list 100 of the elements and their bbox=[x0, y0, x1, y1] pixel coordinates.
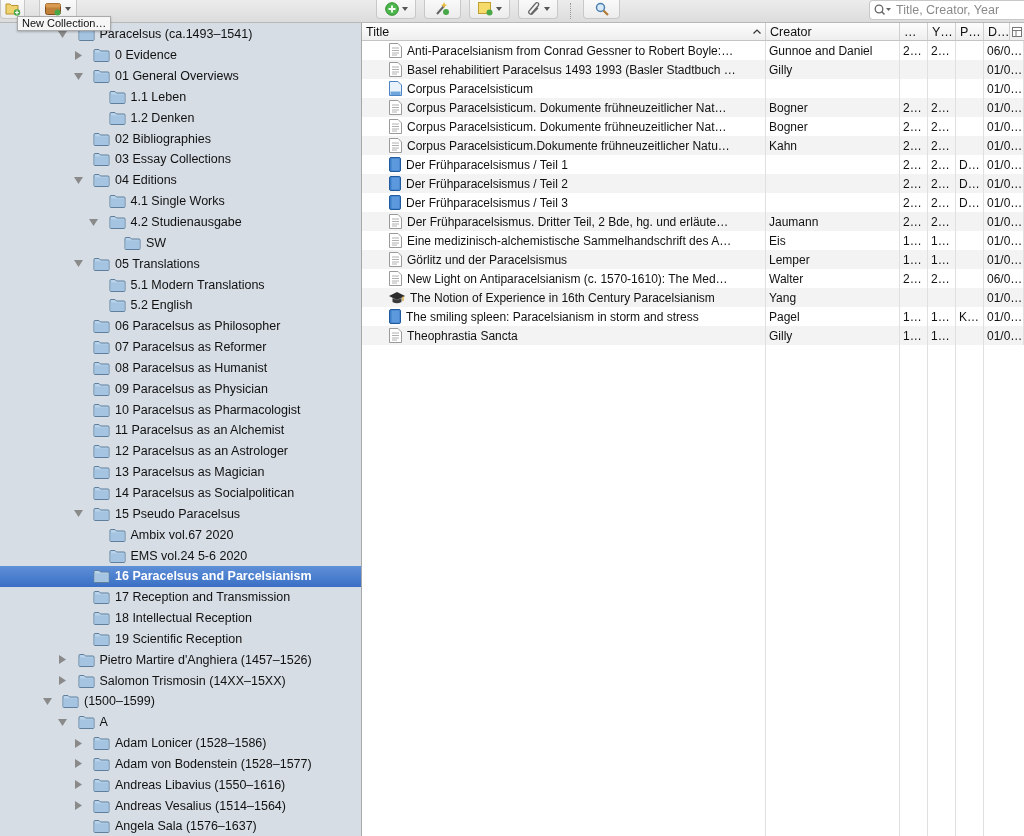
folder-icon bbox=[108, 298, 126, 313]
collapsed-triangle-icon[interactable] bbox=[73, 50, 83, 60]
expanded-triangle-icon[interactable] bbox=[73, 175, 83, 185]
collection-item[interactable]: 07 Paracelsus as Reformer bbox=[0, 336, 361, 358]
folder-icon bbox=[93, 444, 110, 459]
document-icon bbox=[389, 81, 402, 96]
plus-circle-icon bbox=[384, 1, 399, 16]
column-header[interactable]: P… bbox=[956, 23, 984, 40]
collection-item[interactable]: 09 Paracelsus as Physician bbox=[0, 378, 361, 400]
collection-item[interactable]: 1.2 Denken bbox=[0, 107, 361, 129]
column-header[interactable]: D… bbox=[984, 23, 1010, 40]
collection-item[interactable]: 01 General Overviews bbox=[0, 65, 361, 87]
folder-icon bbox=[108, 110, 126, 125]
book-icon bbox=[389, 309, 401, 324]
collection-item[interactable]: 18 Intellectual Reception bbox=[0, 607, 361, 629]
collection-item[interactable]: 11 Paracelsus as an Alchemist bbox=[0, 420, 361, 441]
expanded-triangle-icon[interactable] bbox=[73, 71, 83, 81]
collection-item[interactable]: SW bbox=[0, 232, 361, 254]
collection-item[interactable]: 0 Evidence bbox=[0, 44, 361, 66]
folder-icon bbox=[93, 569, 110, 584]
search-icon bbox=[594, 1, 609, 16]
expanded-triangle-icon[interactable] bbox=[42, 696, 52, 706]
collection-item[interactable]: 19 Scientific Reception bbox=[0, 628, 361, 650]
column-header[interactable]: Creator bbox=[766, 23, 900, 40]
creator-cell: Gilly bbox=[766, 326, 900, 345]
new-item-button[interactable] bbox=[376, 0, 416, 19]
collection-item[interactable]: 17 Reception and Transmission bbox=[0, 586, 361, 608]
collection-item[interactable]: 1.1 Leben bbox=[0, 86, 361, 108]
graduation-cap-icon bbox=[389, 290, 405, 305]
collection-item[interactable]: 12 Paracelsus as an Astrologer bbox=[0, 440, 361, 462]
book-icon bbox=[389, 157, 401, 172]
expanded-triangle-icon[interactable] bbox=[73, 509, 83, 519]
collection-item[interactable]: 4.1 Single Works bbox=[0, 190, 361, 212]
folder-icon bbox=[62, 694, 79, 709]
folder-icon bbox=[93, 402, 110, 417]
collection-item[interactable]: 08 Paracelsus as Humanist bbox=[0, 357, 361, 379]
folder-icon bbox=[93, 465, 110, 480]
collection-item[interactable]: 05 Translations bbox=[0, 253, 361, 275]
sort-ascending-icon bbox=[753, 29, 761, 34]
search-field[interactable]: Title, Creator, Year bbox=[869, 0, 1024, 20]
attachment-button[interactable] bbox=[518, 0, 558, 19]
folder-icon bbox=[93, 611, 110, 626]
folder-icon bbox=[93, 319, 110, 334]
collapsed-triangle-icon[interactable] bbox=[73, 801, 83, 811]
collection-item[interactable]: 15 Pseudo Paracelsus bbox=[0, 503, 361, 525]
collection-item[interactable]: Adam Lonicer (1528–1586) bbox=[0, 732, 361, 754]
collection-item[interactable]: Ambix vol.67 2020 bbox=[0, 524, 361, 546]
tooltip: New Collection… bbox=[17, 16, 112, 31]
folder-icon bbox=[108, 194, 126, 209]
collection-item[interactable]: Salomon Trismosin (14XX–15XX) bbox=[0, 670, 361, 691]
collection-item[interactable]: 06 Paracelsus as Philosopher bbox=[0, 315, 361, 337]
add-by-identifier-button[interactable] bbox=[424, 0, 461, 19]
folder-icon bbox=[93, 506, 110, 521]
new-collection-button[interactable] bbox=[0, 0, 25, 19]
collection-item[interactable]: A bbox=[0, 711, 361, 733]
folder-icon bbox=[93, 631, 110, 646]
collection-item[interactable]: 14 Paracelsus as Socialpolitican bbox=[0, 482, 361, 504]
collection-item[interactable]: (1500–1599) bbox=[0, 691, 361, 712]
expanded-triangle-icon[interactable] bbox=[89, 217, 98, 227]
collection-item[interactable]: 02 Bibliographies bbox=[0, 128, 361, 150]
collection-item[interactable]: 5.2 English bbox=[0, 294, 361, 316]
item-title[interactable]: Theophrastia Sancta bbox=[362, 326, 766, 345]
dropdown-caret-icon bbox=[495, 6, 502, 11]
folder-icon bbox=[108, 89, 126, 104]
folder-icon bbox=[108, 548, 126, 563]
collection-item[interactable]: 4.2 Studienausgabe bbox=[0, 211, 361, 233]
collection-item[interactable]: 13 Paracelsus as Magician bbox=[0, 461, 361, 483]
table-cell: 01/0… bbox=[984, 326, 1024, 345]
collection-item[interactable]: Pietro Martire d'Anghiera (1457–1526) bbox=[0, 649, 361, 671]
column-picker-icon[interactable] bbox=[1012, 26, 1022, 37]
collapsed-triangle-icon[interactable] bbox=[73, 780, 83, 790]
dropdown-caret-icon bbox=[65, 6, 71, 11]
collection-item[interactable]: 10 Paracelsus as Pharmacologist bbox=[0, 399, 361, 421]
collapsed-triangle-icon[interactable] bbox=[58, 655, 67, 665]
folder-icon bbox=[108, 527, 126, 542]
collection-item[interactable]: 5.1 Modern Translations bbox=[0, 274, 361, 295]
paperclip-icon bbox=[526, 1, 541, 16]
search-icon bbox=[874, 4, 892, 16]
expanded-triangle-icon[interactable] bbox=[58, 29, 67, 39]
collection-item[interactable]: 04 Editions bbox=[0, 169, 361, 191]
folder-icon bbox=[93, 69, 110, 84]
folder-icon bbox=[93, 486, 110, 500]
collection-item[interactable]: EMS vol.24 5-6 2020 bbox=[0, 545, 361, 566]
table-cell: 1… bbox=[928, 326, 956, 345]
collection-item[interactable]: Andreas Vesalius (1514–1564) bbox=[0, 795, 361, 817]
collapsed-triangle-icon[interactable] bbox=[73, 759, 83, 769]
expanded-triangle-icon[interactable] bbox=[58, 717, 67, 727]
collection-item[interactable]: Adam von Bodenstein (1528–1577) bbox=[0, 753, 361, 775]
expanded-triangle-icon[interactable] bbox=[73, 259, 83, 269]
collection-item[interactable]: Andreas Libavius (1550–1616) bbox=[0, 774, 361, 796]
column-header[interactable]: Y… bbox=[928, 23, 956, 40]
collection-item[interactable]: 16 Paracelsus and Parcelsianism bbox=[0, 565, 361, 587]
collapsed-triangle-icon[interactable] bbox=[73, 738, 83, 748]
collapsed-triangle-icon[interactable] bbox=[58, 676, 67, 686]
column-header[interactable]: Title bbox=[362, 23, 766, 40]
column-header[interactable]: … bbox=[900, 23, 928, 40]
collection-item[interactable]: 03 Essay Collections bbox=[0, 149, 361, 170]
new-note-button[interactable] bbox=[469, 0, 510, 19]
collection-item[interactable]: Angela Sala (1576–1637) bbox=[0, 816, 361, 836]
advanced-search-button[interactable] bbox=[583, 0, 620, 19]
